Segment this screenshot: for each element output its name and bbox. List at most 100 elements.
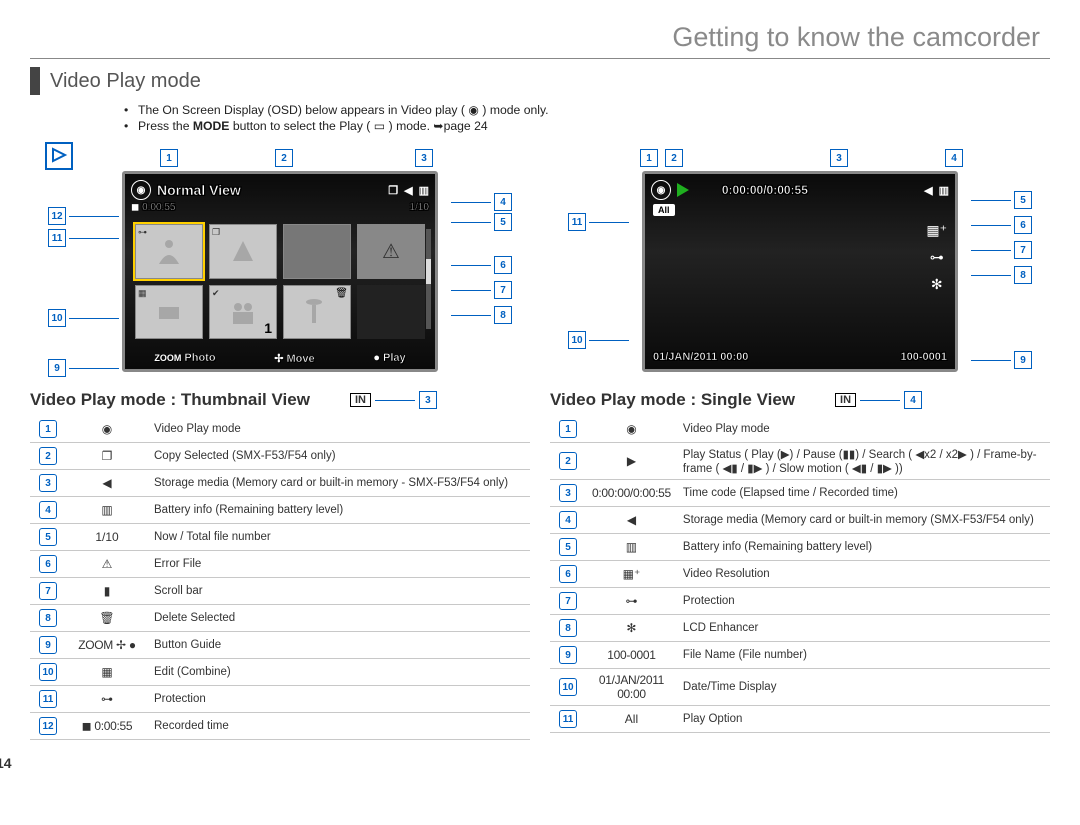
legend-icon: ZOOM ✢ ●	[66, 632, 148, 659]
legend-icon: 01/JAN/2011 00:00	[586, 669, 677, 706]
legend-number: 5	[39, 528, 57, 546]
badge-callout-3: 3	[419, 391, 437, 409]
left-right-callout-6: 6	[494, 256, 512, 274]
legend-description: Battery info (Remaining battery level)	[677, 534, 1050, 561]
protection-icon: ⊶	[926, 249, 947, 266]
info-bullets: The On Screen Display (OSD) below appear…	[98, 103, 1050, 133]
legend-icon: ✻	[586, 615, 677, 642]
table-row: 4▥Battery info (Remaining battery level)	[30, 497, 530, 524]
video-play-mode-icon-2: ◉	[651, 180, 671, 200]
table-row: 8 🗑Delete Selected	[30, 605, 530, 632]
legend-description: Play Status ( Play (▶) / Pause (▮▮) / Se…	[677, 443, 1050, 480]
right-icon-stack: ▦⁺ ⊶ ✻	[926, 222, 947, 293]
legend-description: Protection	[677, 588, 1050, 615]
legend-description: Recorded time	[148, 713, 530, 740]
photo-label: Photo	[184, 352, 215, 364]
single-view-column: 1 2 3 4 5 6 7 8 11 10 9 ◉	[550, 141, 1050, 740]
right-right-callout-8: 8	[1014, 266, 1032, 284]
table-row: 2❐Copy Selected (SMX-F53/F54 only)	[30, 443, 530, 470]
legend-number: 8	[39, 609, 57, 627]
battery-icon-2: ▥	[939, 184, 949, 197]
thumbnail-view-title: Video Play mode : Thumbnail View	[30, 390, 310, 410]
legend-icon: ◉	[586, 416, 677, 443]
button-guide-bar: ZOOM Photo ✢ Move ● Play	[125, 352, 435, 365]
file-count: 1/10	[410, 202, 429, 213]
left-top-callout-1: 1	[160, 149, 178, 167]
left-right-callout-4: 4	[494, 193, 512, 211]
table-row: 3◀Storage media (Memory card or built-in…	[30, 470, 530, 497]
bullet2d: ) mode. ➥page 24	[389, 119, 488, 133]
legend-icon: 100-0001	[586, 642, 677, 669]
legend-number: 5	[559, 538, 577, 556]
table-row: 1◉Video Play mode	[30, 416, 530, 443]
legend-number: 6	[39, 555, 57, 573]
bullet2c: button to select the Play (	[233, 119, 371, 133]
legend-description: Edit (Combine)	[148, 659, 530, 686]
stop-icon: ◼	[131, 202, 139, 213]
left-right-callout-7: 7	[494, 281, 512, 299]
thumb-5: ▦	[135, 285, 203, 340]
table-row: 6 ▦⁺Video Resolution	[550, 561, 1050, 588]
legend-description: Delete Selected	[148, 605, 530, 632]
table-row: 1◉Video Play mode	[550, 416, 1050, 443]
lcd-enhancer-icon: ✻	[926, 276, 947, 293]
legend-icon: ◀	[586, 507, 677, 534]
combine-icon: ▦	[138, 288, 147, 299]
normal-view-label: Normal View	[157, 182, 241, 198]
thumbnail-subtitle-row: Video Play mode : Thumbnail View IN 3	[30, 390, 530, 410]
legend-description: Play Option	[677, 706, 1050, 733]
legend-icon: ▦⁺	[586, 561, 677, 588]
single-legend-table: 1◉Video Play mode2▶Play Status ( Play (▶…	[550, 416, 1050, 733]
legend-icon: 🗑	[66, 605, 148, 632]
legend-number: 8	[559, 619, 577, 637]
thumb-3	[283, 224, 351, 279]
play-label: Play	[383, 352, 406, 364]
move-label: Move	[287, 353, 315, 365]
thumb-7-delete: 🗑	[283, 285, 351, 340]
video-play-icon: ◉	[468, 103, 479, 117]
legend-icon: ▥	[586, 534, 677, 561]
copy-icon: ❐	[388, 184, 398, 197]
section-row: Video Play mode	[30, 67, 1050, 95]
thumbnail-legend-table: 1◉Video Play mode2❐Copy Selected (SMX-F5…	[30, 416, 530, 740]
zoom-label: ZOOM	[154, 353, 181, 363]
bullet2a: Press the	[138, 119, 193, 133]
legend-description: Time code (Elapsed time / Recorded time)	[677, 480, 1050, 507]
legend-number: 7	[39, 582, 57, 600]
storage-IN-badge-2: IN	[835, 393, 856, 407]
legend-icon: ⚠	[66, 551, 148, 578]
table-row: 4◀Storage media (Memory card or built-in…	[550, 507, 1050, 534]
legend-number: 7	[559, 592, 577, 610]
table-row: 7⊶Protection	[550, 588, 1050, 615]
table-row: 5 ▥Battery info (Remaining battery level)	[550, 534, 1050, 561]
video-play-mode-icon: ◉	[131, 180, 151, 200]
legend-icon: ❐	[66, 443, 148, 470]
copy-icon: ❐	[212, 227, 220, 238]
left-top-callout-3: 3	[415, 149, 433, 167]
legend-number: 2	[559, 452, 577, 470]
legend-description: Button Guide	[148, 632, 530, 659]
legend-number: 9	[559, 646, 577, 664]
legend-description: Video Resolution	[677, 561, 1050, 588]
legend-icon: ▦	[66, 659, 148, 686]
single-view-title: Video Play mode : Single View	[550, 390, 795, 410]
date-time-display: 01/JAN/2011 00:00	[653, 351, 748, 363]
right-bot-callout-9: 9	[1014, 351, 1032, 369]
right-top-callout-3: 3	[830, 149, 848, 167]
resolution-icon: ▦⁺	[926, 222, 947, 239]
scrollbar	[426, 229, 431, 329]
thumbnail-view-column: 1 2 3 4 5 6 7 8 12 11 10 9 ◉ Normal View	[30, 141, 530, 740]
legend-description: Date/Time Display	[677, 669, 1050, 706]
table-row: 10▦Edit (Combine)	[30, 659, 530, 686]
legend-icon: 0:00:00/0:00:55	[586, 480, 677, 507]
right-bot-callout-10: 10	[568, 331, 586, 349]
thumb-6: ✔1	[209, 285, 277, 340]
legend-number: 6	[559, 565, 577, 583]
table-row: 7▮Scroll bar	[30, 578, 530, 605]
single-view-screen: ◉ 0:00:00/0:00:55 ◀ ▥ All ▦⁺ ⊶ ✻	[642, 171, 958, 372]
table-row: 11⊶Protection	[30, 686, 530, 713]
left-left-callout-9: 9	[48, 359, 66, 377]
table-row: 30:00:00/0:00:55Time code (Elapsed time …	[550, 480, 1050, 507]
badge-callout-4: 4	[904, 391, 922, 409]
legend-description: LCD Enhancer	[677, 615, 1050, 642]
